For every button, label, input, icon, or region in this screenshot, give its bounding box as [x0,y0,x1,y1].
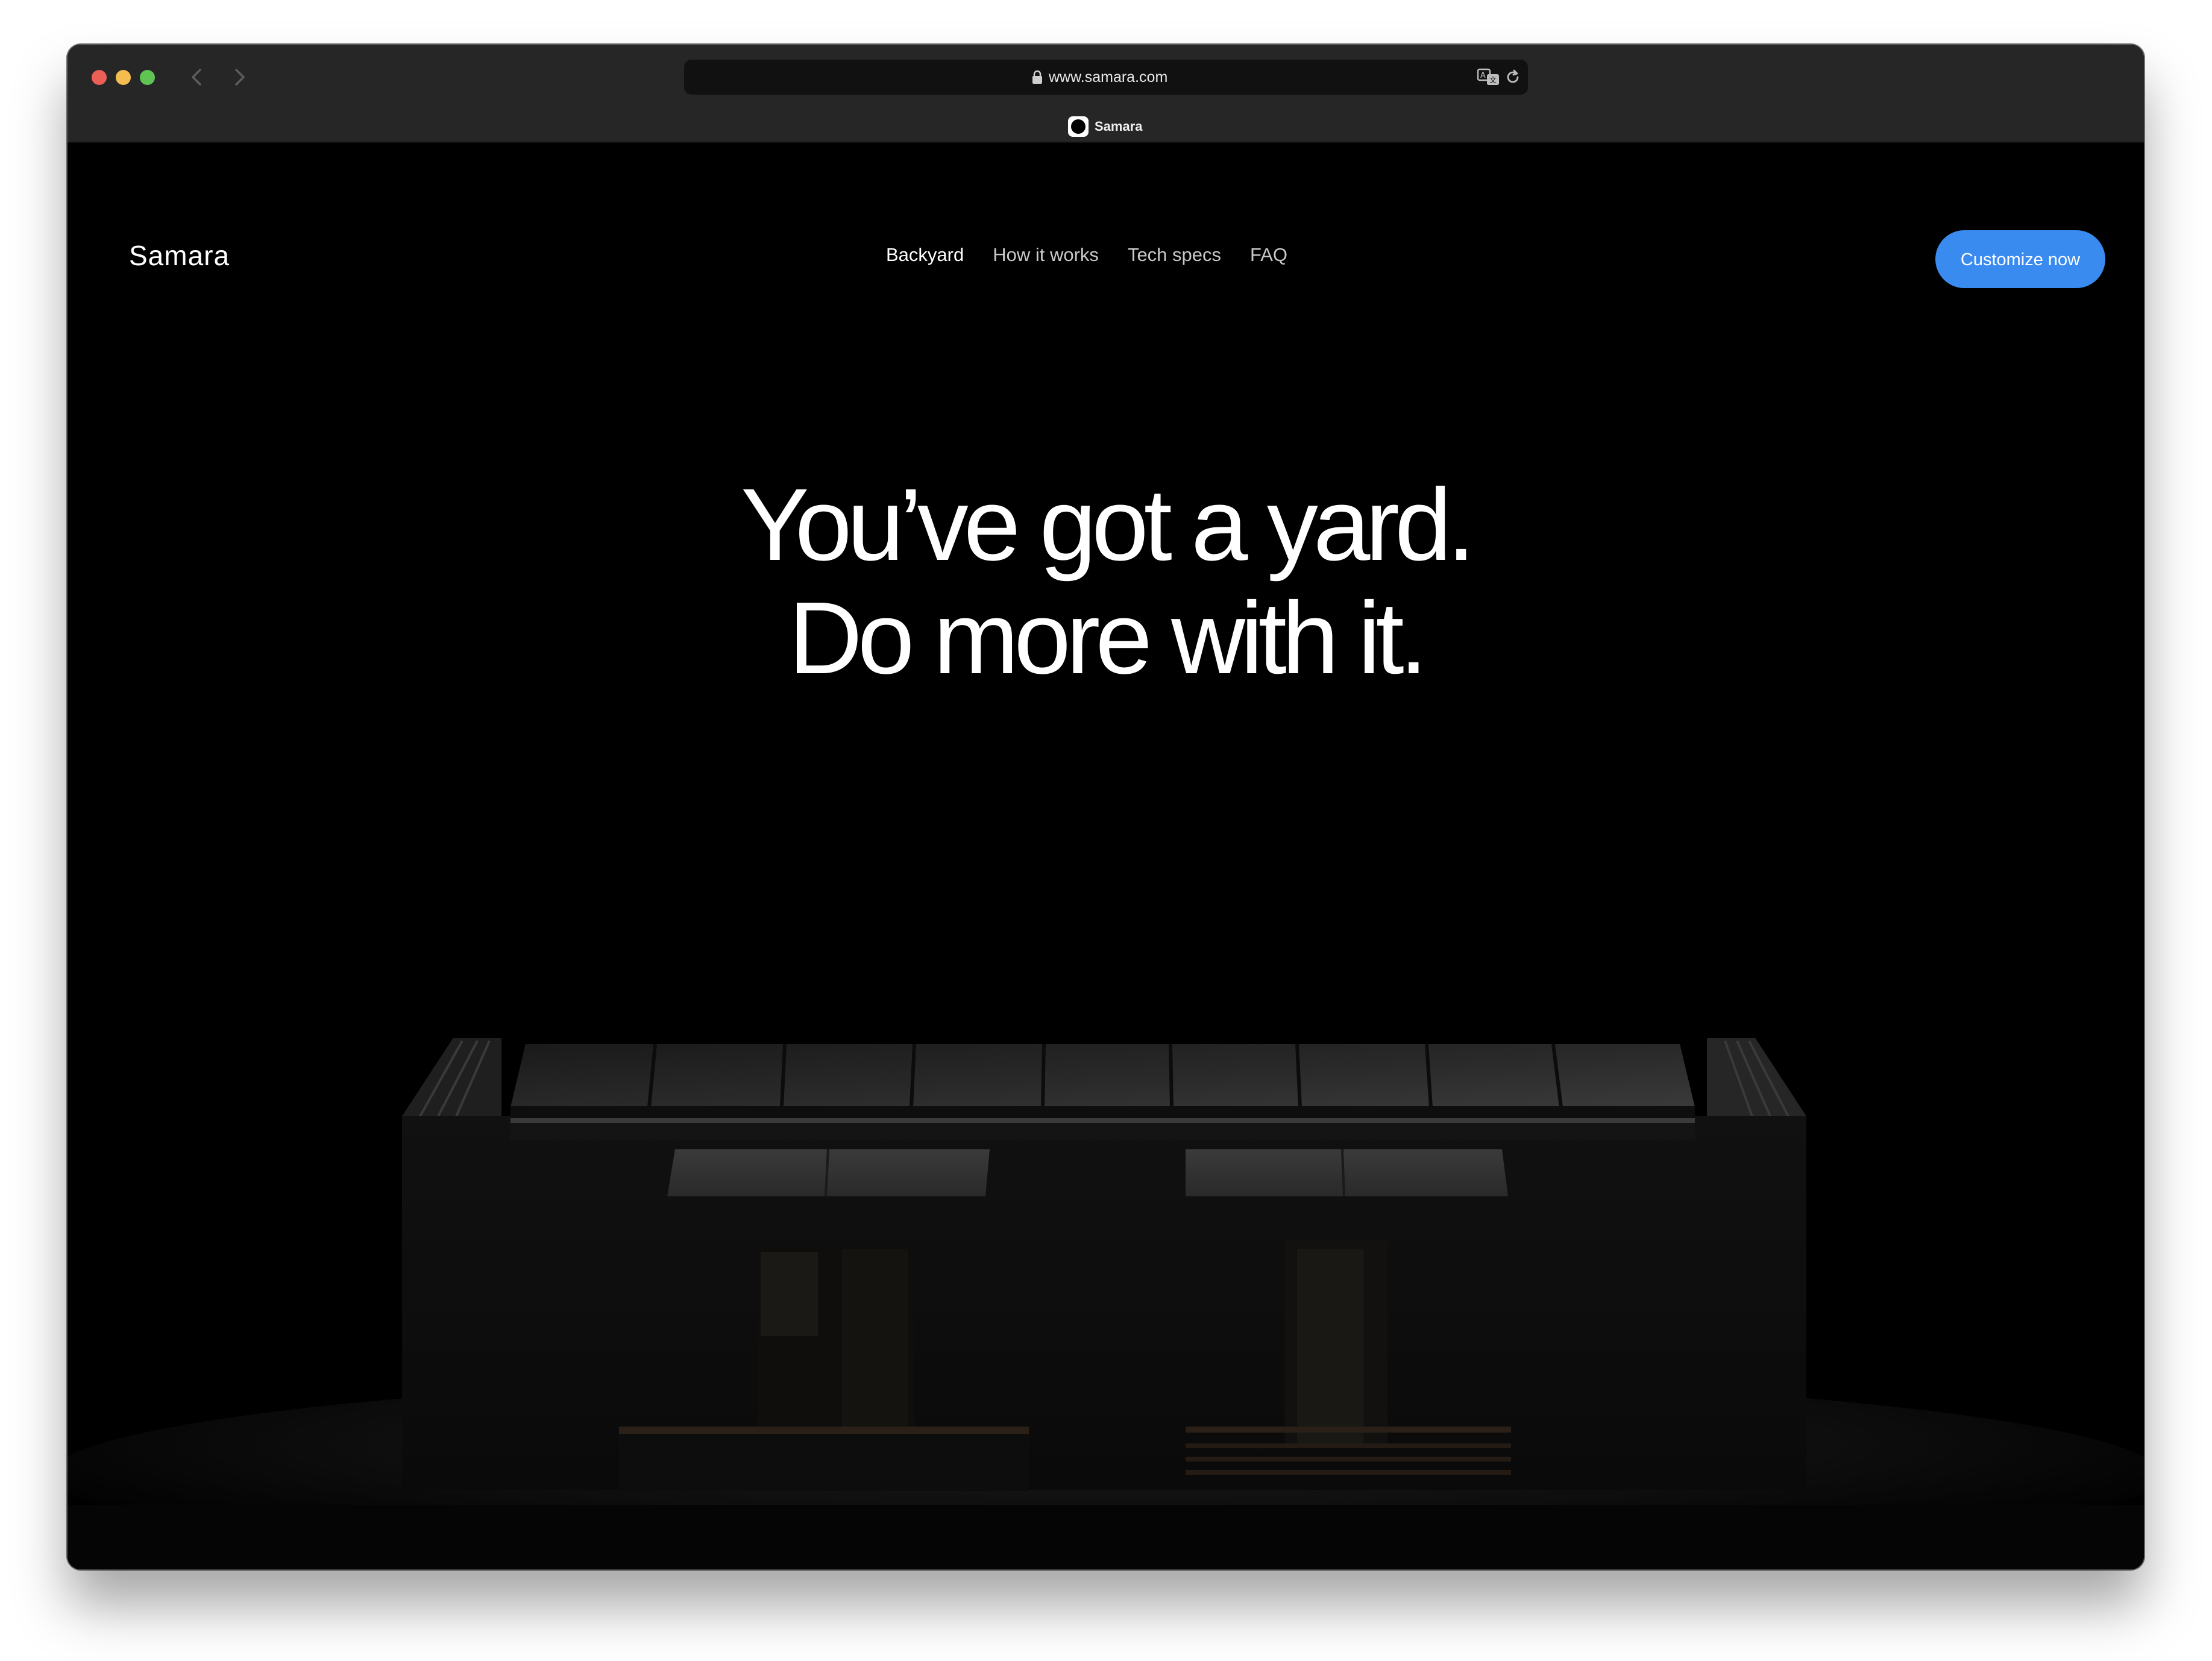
site-logo[interactable]: Samara [129,239,230,272]
zoom-window-button[interactable] [140,70,155,85]
reload-icon[interactable] [1504,68,1522,86]
hero-headline: You’ve got a yard. Do more with it. [68,468,2144,695]
minimize-window-button[interactable] [116,70,131,85]
hero-line-1: You’ve got a yard. [741,468,1475,582]
nav-backyard[interactable]: Backyard [886,244,964,266]
backyard-house-image [68,866,2144,1569]
samara-favicon-icon [1068,116,1089,137]
hero-line-2: Do more with it. [788,581,1428,695]
lock-icon [1032,70,1042,84]
address-url: www.samara.com [1049,69,1168,86]
back-arrow-icon[interactable] [185,63,209,92]
tab-title: Samara [1095,119,1143,134]
browser-window: www.samara.com A 文 Samara Samara Backyar… [68,45,2144,1569]
browser-toolbar: www.samara.com A 文 Samara [68,45,2144,143]
page-content: Samara Backyard How it works Tech specs … [68,143,2144,1569]
nav-how-it-works[interactable]: How it works [993,244,1099,266]
translate-icon[interactable]: A 文 [1477,68,1500,86]
tab-samara[interactable]: Samara [1068,115,1143,139]
nav-tech-specs[interactable]: Tech specs [1128,244,1221,266]
svg-text:文: 文 [1489,75,1497,84]
main-nav: Backyard How it works Tech specs FAQ [886,244,1287,266]
close-window-button[interactable] [92,70,107,85]
forward-arrow-icon[interactable] [227,63,251,92]
nav-faq[interactable]: FAQ [1250,244,1287,266]
address-bar[interactable]: www.samara.com A 文 [684,60,1528,95]
customize-now-button[interactable]: Customize now [1935,230,2105,288]
svg-text:A: A [1480,71,1486,80]
